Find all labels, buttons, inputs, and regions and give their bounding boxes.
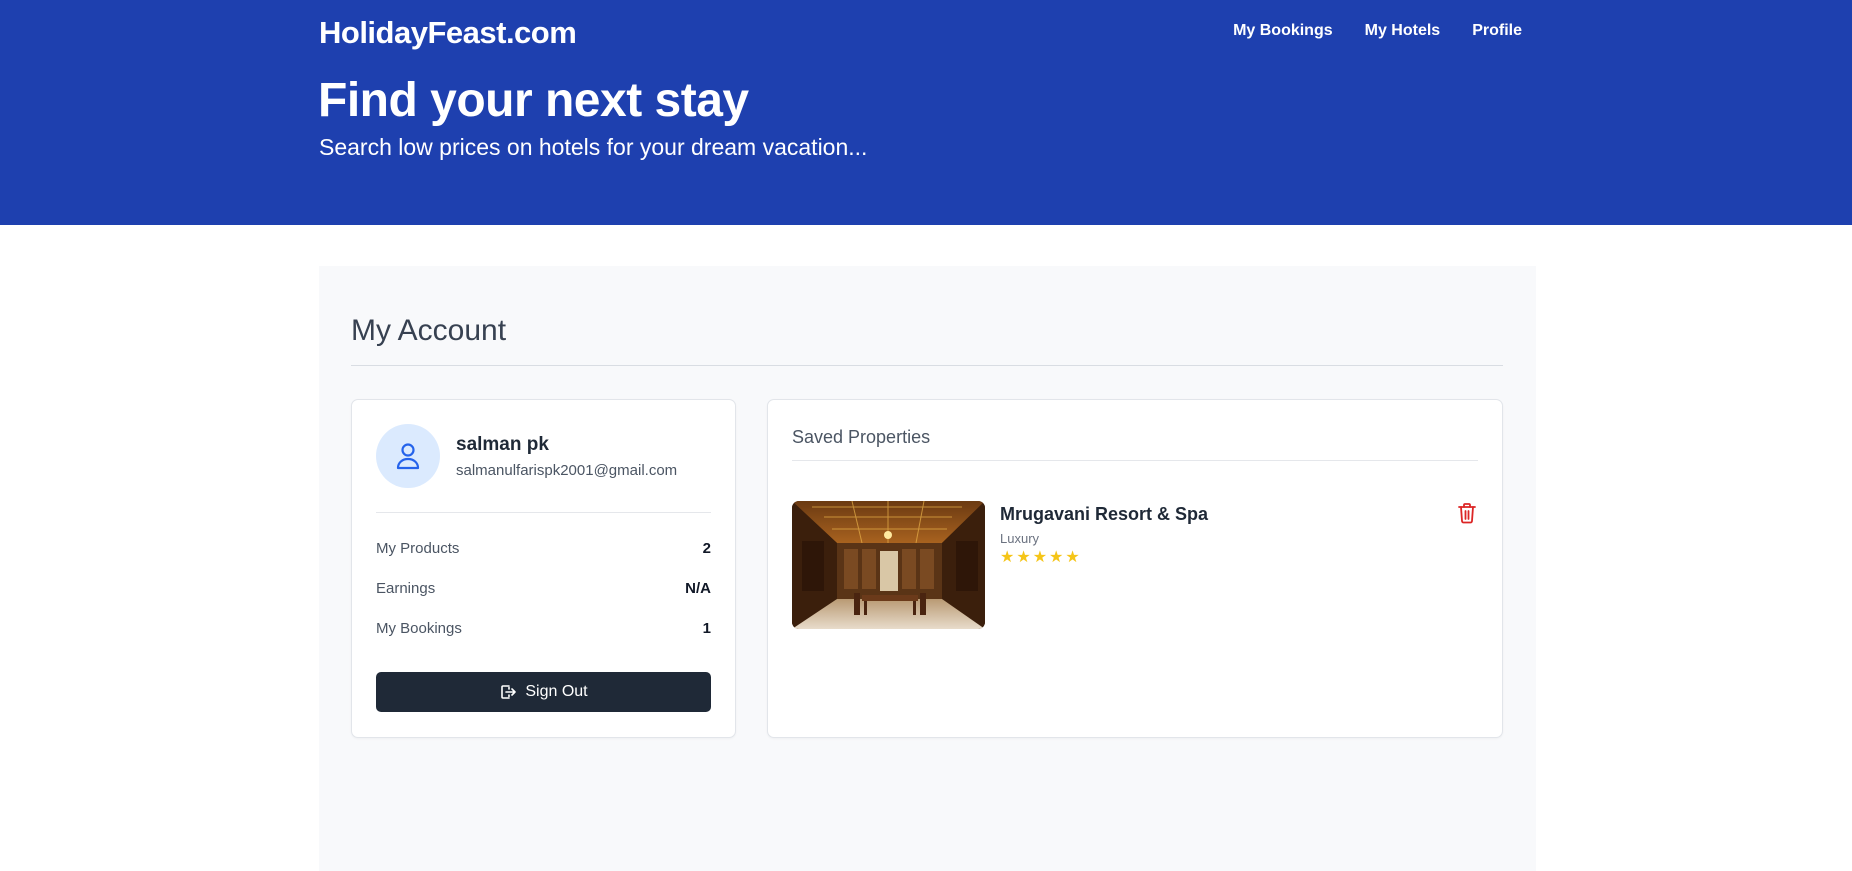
star-icon: ★ — [1049, 549, 1064, 566]
brand-logo[interactable]: HolidayFeast.com — [319, 15, 577, 51]
property-thumbnail[interactable] — [792, 501, 985, 629]
sign-out-button[interactable]: Sign Out — [376, 672, 711, 712]
avatar — [376, 424, 440, 488]
star-icon: ★ — [1016, 549, 1031, 566]
property-name[interactable]: Mrugavani Resort & Spa — [1000, 504, 1208, 525]
stat-value: N/A — [685, 580, 711, 597]
saved-properties-title: Saved Properties — [792, 427, 931, 447]
logout-icon — [501, 685, 517, 699]
stat-row-earnings: Earnings N/A — [376, 580, 711, 597]
hero-subtitle: Search low prices on hotels for your dre… — [319, 134, 868, 160]
star-icon: ★ — [1032, 549, 1048, 566]
hero-header: HolidayFeast.com My Bookings My Hotels P… — [0, 0, 1852, 225]
nav-profile[interactable]: Profile — [1472, 22, 1522, 40]
hero-title: Find your next stay — [318, 74, 749, 127]
title-divider — [351, 365, 1503, 366]
stat-row-bookings: My Bookings 1 — [376, 620, 711, 637]
trash-icon — [1458, 503, 1476, 524]
property-type: Luxury — [1000, 531, 1040, 546]
stat-value: 2 — [702, 540, 711, 557]
stat-label: Earnings — [376, 580, 436, 597]
user-name: salman pk — [456, 434, 549, 455]
saved-divider — [792, 460, 1478, 461]
nav-my-bookings[interactable]: My Bookings — [1233, 22, 1333, 40]
star-rating: ★ ★ ★ ★ ★ — [1000, 550, 1080, 566]
stat-value: 1 — [702, 620, 711, 637]
profile-divider — [376, 512, 711, 513]
stat-label: My Products — [376, 540, 460, 557]
star-icon: ★ — [1065, 549, 1080, 566]
account-panel: My Account salman pk salmanulfarispk2001… — [319, 266, 1536, 871]
delete-saved-property-button[interactable] — [1454, 500, 1480, 526]
stat-row-products: My Products 2 — [376, 540, 711, 557]
star-icon: ★ — [1000, 549, 1015, 566]
user-icon — [396, 443, 420, 470]
sign-out-label: Sign Out — [525, 683, 588, 700]
saved-properties-card: Saved Properties Mrugavani Resort & Spa … — [767, 399, 1503, 738]
stat-label: My Bookings — [376, 620, 462, 637]
user-email: salmanulfarispk2001@gmail.com — [456, 462, 678, 479]
top-nav: My Bookings My Hotels Profile — [1233, 22, 1522, 40]
page-title: My Account — [351, 314, 507, 347]
nav-my-hotels[interactable]: My Hotels — [1365, 22, 1441, 40]
profile-card: salman pk salmanulfarispk2001@gmail.com … — [351, 399, 736, 738]
